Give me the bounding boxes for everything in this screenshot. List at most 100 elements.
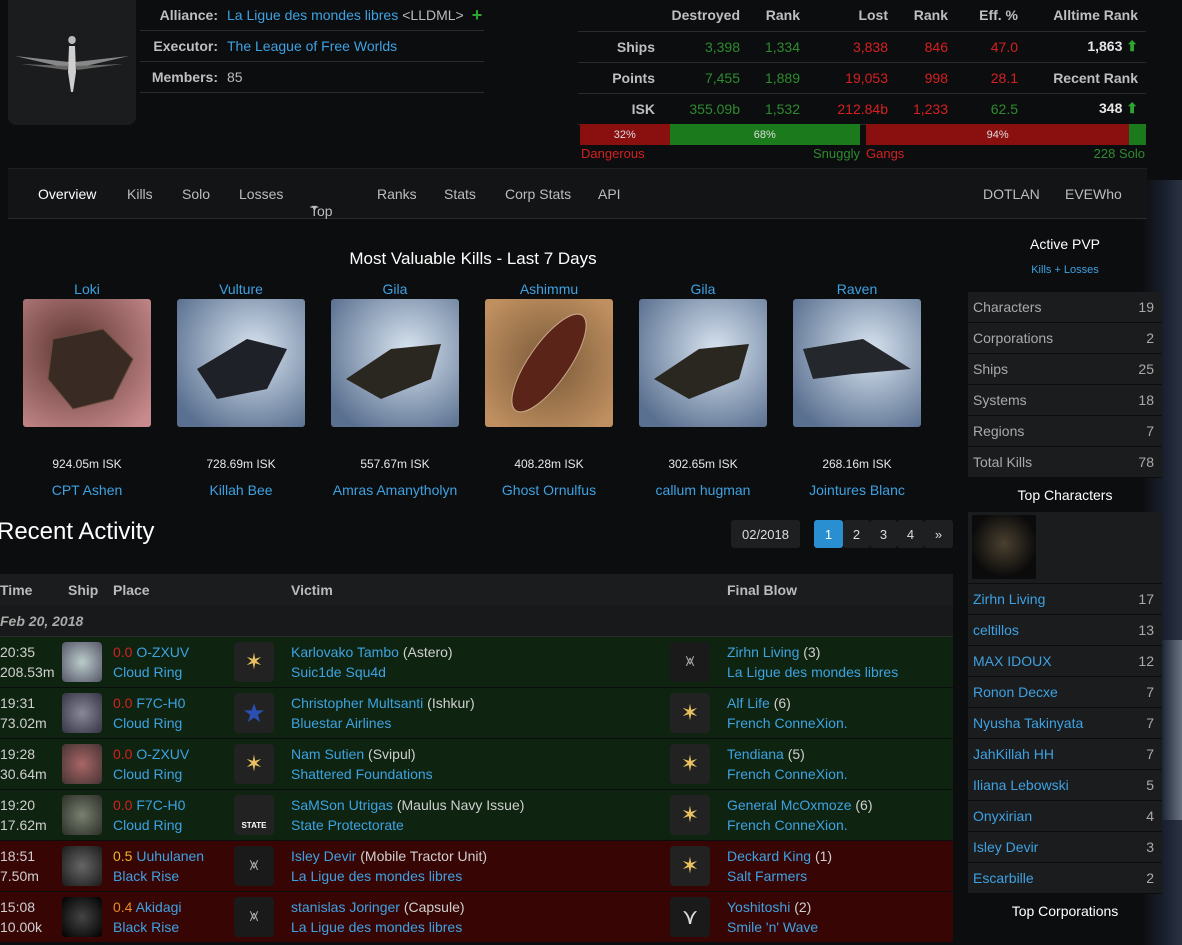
final-blow-group-link[interactable]: Smile 'n' Wave xyxy=(727,917,818,937)
ship-image-gila[interactable] xyxy=(639,299,767,427)
nav-kills[interactable]: Kills xyxy=(127,186,153,202)
add-icon[interactable]: + xyxy=(472,5,483,26)
final-blow-link[interactable]: Tendiana xyxy=(727,746,784,762)
final-blow-link[interactable]: Deckard King xyxy=(727,848,811,864)
table-row[interactable]: 18:51 7.50m 0.5 Uuhulanen Black Rise ⩙ I… xyxy=(0,841,953,892)
capsule-icon[interactable] xyxy=(62,897,102,937)
kills-losses-link[interactable]: Kills + Losses xyxy=(968,258,1162,278)
valuable-ship-name[interactable]: Gila xyxy=(330,281,460,297)
star-emblem-icon[interactable]: ✶ xyxy=(234,744,274,784)
nav-corp-stats[interactable]: Corp Stats xyxy=(505,186,571,202)
character-portrait[interactable] xyxy=(972,515,1036,579)
region-link[interactable]: Cloud Ring xyxy=(113,815,182,835)
region-link[interactable]: Black Rise xyxy=(113,917,179,937)
valuable-ship-name[interactable]: Raven xyxy=(792,281,922,297)
ship-icon[interactable] xyxy=(62,846,102,886)
table-row[interactable]: 15:08 10.00k 0.4 Akidagi Black Rise ⩙ st… xyxy=(0,892,953,943)
valuable-killer[interactable]: callum hugman xyxy=(633,480,773,500)
top-character-link[interactable]: Escarbille xyxy=(973,870,1034,886)
star-emblem-icon[interactable]: ✶ xyxy=(670,846,710,886)
wing-logo-icon[interactable]: ⋎ xyxy=(670,897,710,937)
page-next[interactable]: » xyxy=(924,520,953,548)
system-link[interactable]: F7C-H0 xyxy=(136,695,185,711)
region-link[interactable]: Black Rise xyxy=(113,866,179,886)
nav-api[interactable]: API xyxy=(598,186,621,202)
star-emblem-icon[interactable]: ✶ xyxy=(234,642,274,682)
top-character-link[interactable]: MAX IDOUX xyxy=(973,653,1052,669)
final-blow-group-link[interactable]: Salt Farmers xyxy=(727,866,807,886)
state-protectorate-logo-icon[interactable]: STATE xyxy=(234,795,274,835)
victim-link[interactable]: stanislas Joringer xyxy=(291,899,400,915)
victim-group-link[interactable]: Suic1de Squ4d xyxy=(291,662,386,682)
nav-evewho[interactable]: EVEWho xyxy=(1065,186,1122,202)
system-link[interactable]: Akidagi xyxy=(136,899,182,915)
valuable-killer[interactable]: CPT Ashen xyxy=(17,480,157,500)
top-character-link[interactable]: Isley Devir xyxy=(973,839,1038,855)
victim-link[interactable]: Isley Devir xyxy=(291,848,356,864)
winged-figure-icon[interactable]: ⩙ xyxy=(670,642,710,682)
ship-icon[interactable] xyxy=(62,795,102,835)
valuable-ship-name[interactable]: Ashimmu xyxy=(484,281,614,297)
victim-link[interactable]: Karlovako Tambo xyxy=(291,644,399,660)
victim-group-link[interactable]: State Protectorate xyxy=(291,815,404,835)
nav-ranks[interactable]: Ranks xyxy=(377,186,417,202)
region-link[interactable]: Cloud Ring xyxy=(113,713,182,733)
system-link[interactable]: F7C-H0 xyxy=(136,797,185,813)
ship-icon[interactable] xyxy=(62,642,102,682)
ship-image-loki[interactable] xyxy=(23,299,151,427)
winged-figure-icon[interactable]: ⩙ xyxy=(234,897,274,937)
page-3[interactable]: 3 xyxy=(870,520,897,548)
final-blow-group-link[interactable]: French ConneXion. xyxy=(727,815,848,835)
ship-image-vulture[interactable] xyxy=(177,299,305,427)
system-link[interactable]: O-ZXUV xyxy=(136,644,189,660)
star-emblem-icon[interactable]: ✶ xyxy=(670,744,710,784)
victim-link[interactable]: SaMSon Utrigas xyxy=(291,797,393,813)
top-character-link[interactable]: Zirhn Living xyxy=(973,591,1045,607)
nav-losses[interactable]: Losses xyxy=(239,186,283,202)
victim-group-link[interactable]: La Ligue des mondes libres xyxy=(291,917,462,937)
executor-link[interactable]: The League of Free Worlds xyxy=(227,38,397,54)
top-character-link[interactable]: Onyxirian xyxy=(973,808,1032,824)
alliance-name-link[interactable]: La Ligue des mondes libres xyxy=(227,7,398,23)
valuable-killer[interactable]: Jointures Blanc xyxy=(787,480,927,500)
region-link[interactable]: Cloud Ring xyxy=(113,764,182,784)
ship-image-ashimmu[interactable] xyxy=(485,299,613,427)
top-character-link[interactable]: Ronon Decxe xyxy=(973,684,1058,700)
final-blow-link[interactable]: Yoshitoshi xyxy=(727,899,790,915)
final-blow-link[interactable]: Zirhn Living xyxy=(727,644,799,660)
star-emblem-icon[interactable]: ✶ xyxy=(670,795,710,835)
top-character-link[interactable]: celtillos xyxy=(973,622,1019,638)
page-2[interactable]: 2 xyxy=(843,520,870,548)
valuable-killer[interactable]: Amras Amanytholyn xyxy=(325,480,465,500)
table-row[interactable]: 19:31 73.02m 0.0 F7C-H0 Cloud Ring ★ Chr… xyxy=(0,688,953,739)
valuable-killer[interactable]: Killah Bee xyxy=(171,480,311,500)
nav-solo[interactable]: Solo xyxy=(182,186,210,202)
victim-link[interactable]: Nam Sutien xyxy=(291,746,364,762)
final-blow-group-link[interactable]: French ConneXion. xyxy=(727,713,848,733)
page-4[interactable]: 4 xyxy=(897,520,924,548)
ship-icon[interactable] xyxy=(62,693,102,733)
valuable-ship-name[interactable]: Loki xyxy=(22,281,152,297)
table-row[interactable]: 19:28 30.64m 0.0 O-ZXUV Cloud Ring ✶ Nam… xyxy=(0,739,953,790)
ship-image-raven[interactable] xyxy=(793,299,921,427)
ship-icon[interactable] xyxy=(62,744,102,784)
final-blow-link[interactable]: Alf Life xyxy=(727,695,770,711)
victim-group-link[interactable]: Shattered Foundations xyxy=(291,764,433,784)
star-emblem-icon[interactable]: ✶ xyxy=(670,693,710,733)
final-blow-group-link[interactable]: La Ligue des mondes libres xyxy=(727,662,898,682)
victim-group-link[interactable]: La Ligue des mondes libres xyxy=(291,866,462,886)
blue-star-icon[interactable]: ★ xyxy=(234,693,274,733)
system-link[interactable]: O-ZXUV xyxy=(136,746,189,762)
page-1[interactable]: 1 xyxy=(814,520,843,548)
valuable-killer[interactable]: Ghost Ornulfus xyxy=(479,480,619,500)
victim-group-link[interactable]: Bluestar Airlines xyxy=(291,713,391,733)
system-link[interactable]: Uuhulanen xyxy=(136,848,204,864)
winged-figure-icon[interactable]: ⩙ xyxy=(234,846,274,886)
final-blow-link[interactable]: General McOxmoze xyxy=(727,797,851,813)
top-character-link[interactable]: JahKillah HH xyxy=(973,746,1054,762)
table-row[interactable]: 20:35 208.53m 0.0 O-ZXUV Cloud Ring ✶ Ka… xyxy=(0,637,953,688)
ship-image-gila[interactable] xyxy=(331,299,459,427)
valuable-ship-name[interactable]: Gila xyxy=(638,281,768,297)
table-row[interactable]: 19:20 17.62m 0.0 F7C-H0 Cloud Ring STATE… xyxy=(0,790,953,841)
nav-overview[interactable]: Overview xyxy=(38,186,96,202)
